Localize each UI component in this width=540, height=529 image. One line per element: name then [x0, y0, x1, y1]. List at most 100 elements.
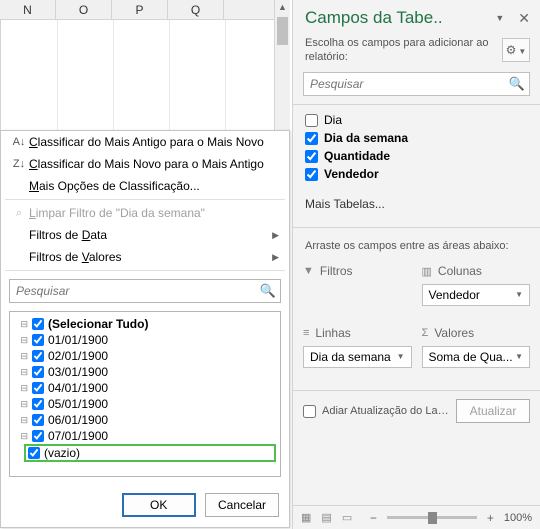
filter-value-item[interactable]: ⊟06/01/1900: [14, 412, 276, 428]
col-q[interactable]: Q: [168, 0, 224, 19]
pane-subtitle: Escolha os campos para adicionar ao rela…: [305, 36, 502, 64]
col-o[interactable]: O: [56, 0, 112, 19]
ok-button[interactable]: OK: [122, 493, 196, 517]
filter-search[interactable]: 🔍: [9, 279, 281, 303]
close-icon[interactable]: ✕: [518, 10, 530, 27]
filter-value-checkbox[interactable]: [32, 382, 44, 394]
filter-value-checkbox[interactable]: [32, 398, 44, 410]
field-item[interactable]: Quantidade: [305, 147, 528, 165]
filter-value-checkbox[interactable]: [28, 447, 40, 459]
field-label: Vendedor: [324, 167, 379, 181]
field-item[interactable]: Dia da semana: [305, 129, 528, 147]
filter-value-checkbox[interactable]: [32, 334, 44, 346]
filter-value-checkbox[interactable]: [32, 350, 44, 362]
sort-asc-icon: A↓: [9, 136, 29, 148]
zoom-out-button[interactable]: −: [366, 511, 381, 525]
fields-search[interactable]: 🔍: [303, 72, 530, 96]
scroll-up-icon[interactable]: ▲: [275, 0, 290, 16]
sheet-body[interactable]: [0, 20, 290, 130]
field-item[interactable]: Vendedor: [305, 165, 528, 183]
sigma-icon: Σ: [422, 327, 429, 339]
filter-value-checkbox[interactable]: [32, 414, 44, 426]
filter-value-item[interactable]: ⊟01/01/1900: [14, 332, 276, 348]
col-n[interactable]: N: [0, 0, 56, 19]
filter-value-item[interactable]: ⊟02/01/1900: [14, 348, 276, 364]
sort-desc-icon: Z↓: [9, 158, 29, 170]
columns-icon: ▥: [422, 265, 432, 278]
columns-area[interactable]: ▥Colunas Vendedor▼: [422, 262, 531, 314]
view-break-icon[interactable]: ▭: [342, 511, 352, 524]
filter-values-tree[interactable]: ⊟(Selecionar Tudo)⊟01/01/1900⊟02/01/1900…: [9, 311, 281, 477]
submenu-arrow-icon: ▶: [272, 230, 279, 241]
filter-value-item[interactable]: ⊟03/01/1900: [14, 364, 276, 380]
values-chip-soma[interactable]: Soma de Qua...▼: [422, 346, 531, 368]
filter-value-label: 07/01/1900: [48, 429, 108, 443]
funnel-clear-icon: ⌕: [9, 207, 29, 220]
column-headers: N O P Q: [0, 0, 290, 20]
more-tables-link[interactable]: Mais Tabelas...: [293, 187, 540, 219]
filter-value-label: 02/01/1900: [48, 349, 108, 363]
filter-value-item[interactable]: ⊟04/01/1900: [14, 380, 276, 396]
view-page-icon[interactable]: ▤: [321, 511, 331, 524]
sort-ascending[interactable]: A↓ Classificar do Mais Antigo para o Mai…: [1, 131, 289, 153]
gear-icon: ⚙: [506, 43, 517, 57]
submenu-arrow-icon: ▶: [272, 252, 279, 263]
more-sort-options[interactable]: Mais Opções de Classificação...: [1, 175, 289, 197]
rows-area[interactable]: ≡Linhas Dia da semana▼: [303, 324, 412, 376]
field-checkbox[interactable]: [305, 150, 318, 163]
values-area[interactable]: ΣValores Soma de Qua...▼: [422, 324, 531, 376]
chevron-down-icon: ▼: [397, 347, 405, 367]
filter-value-label: 06/01/1900: [48, 413, 108, 427]
value-filters[interactable]: Filtros de Valores ▶: [1, 246, 289, 268]
fields-list: Dia Dia da semana Quantidade Vendedor: [293, 111, 540, 187]
filter-value-label: 03/01/1900: [48, 365, 108, 379]
pivot-fields-pane: Campos da Tabe.. ▼ ✕ Escolha os campos p…: [292, 0, 540, 529]
view-normal-icon[interactable]: ▦: [301, 511, 311, 524]
defer-label: Adiar Atualização do Lay...: [322, 405, 450, 417]
filter-value-checkbox[interactable]: [32, 366, 44, 378]
filters-area[interactable]: ▼Filtros: [303, 262, 412, 314]
drag-hint: Arraste os campos entre as áreas abaixo:: [293, 234, 540, 258]
cancel-button[interactable]: Cancelar: [205, 493, 279, 517]
search-icon: 🔍: [509, 76, 525, 92]
zoom-in-button[interactable]: +: [483, 511, 498, 525]
filter-value-label: (Selecionar Tudo): [48, 317, 148, 331]
sort-descending[interactable]: Z↓ Classificar do Mais Novo para o Mais …: [1, 153, 289, 175]
field-label: Dia: [324, 113, 342, 127]
rows-chip-dia-semana[interactable]: Dia da semana▼: [303, 346, 412, 368]
col-p[interactable]: P: [112, 0, 168, 19]
date-filters[interactable]: Filtros de Data ▶: [1, 224, 289, 246]
filter-search-input[interactable]: [10, 280, 256, 302]
filter-value-item[interactable]: ⊟07/01/1900: [14, 428, 276, 444]
chevron-down-icon: ▼: [515, 285, 523, 305]
filter-value-item[interactable]: ⊟(vazio): [24, 444, 276, 462]
field-label: Quantidade: [324, 149, 390, 163]
field-checkbox[interactable]: [305, 114, 318, 127]
field-item[interactable]: Dia: [305, 111, 528, 129]
fields-search-input[interactable]: [304, 73, 507, 95]
status-bar: ▦ ▤ ▭ − + 100%: [293, 505, 540, 529]
defer-checkbox[interactable]: [303, 405, 316, 418]
scroll-thumb[interactable]: [277, 17, 288, 45]
chevron-down-icon: ▼: [518, 47, 526, 56]
filter-value-item[interactable]: ⊟(Selecionar Tudo): [14, 316, 276, 332]
columns-chip-vendedor[interactable]: Vendedor▼: [422, 284, 531, 306]
filter-value-label: 01/01/1900: [48, 333, 108, 347]
update-button[interactable]: Atualizar: [456, 399, 530, 423]
search-icon: 🔍: [260, 283, 276, 299]
zoom-slider-track[interactable]: [387, 516, 477, 519]
clear-filter: ⌕ Limpar Filtro de "Dia da semana": [1, 202, 289, 224]
filter-value-checkbox[interactable]: [32, 318, 44, 330]
zoom-slider-thumb[interactable]: [428, 512, 437, 524]
field-checkbox[interactable]: [305, 168, 318, 181]
chevron-down-icon: ▼: [515, 347, 523, 367]
field-label: Dia da semana: [324, 131, 408, 145]
rows-icon: ≡: [303, 327, 309, 339]
filter-value-checkbox[interactable]: [32, 430, 44, 442]
zoom-percent[interactable]: 100%: [504, 512, 532, 524]
vertical-scrollbar[interactable]: ▲: [274, 0, 290, 130]
filter-value-item[interactable]: ⊟05/01/1900: [14, 396, 276, 412]
gear-button[interactable]: ⚙▼: [502, 38, 530, 62]
pane-title-dropdown-icon[interactable]: ▼: [495, 13, 504, 23]
field-checkbox[interactable]: [305, 132, 318, 145]
